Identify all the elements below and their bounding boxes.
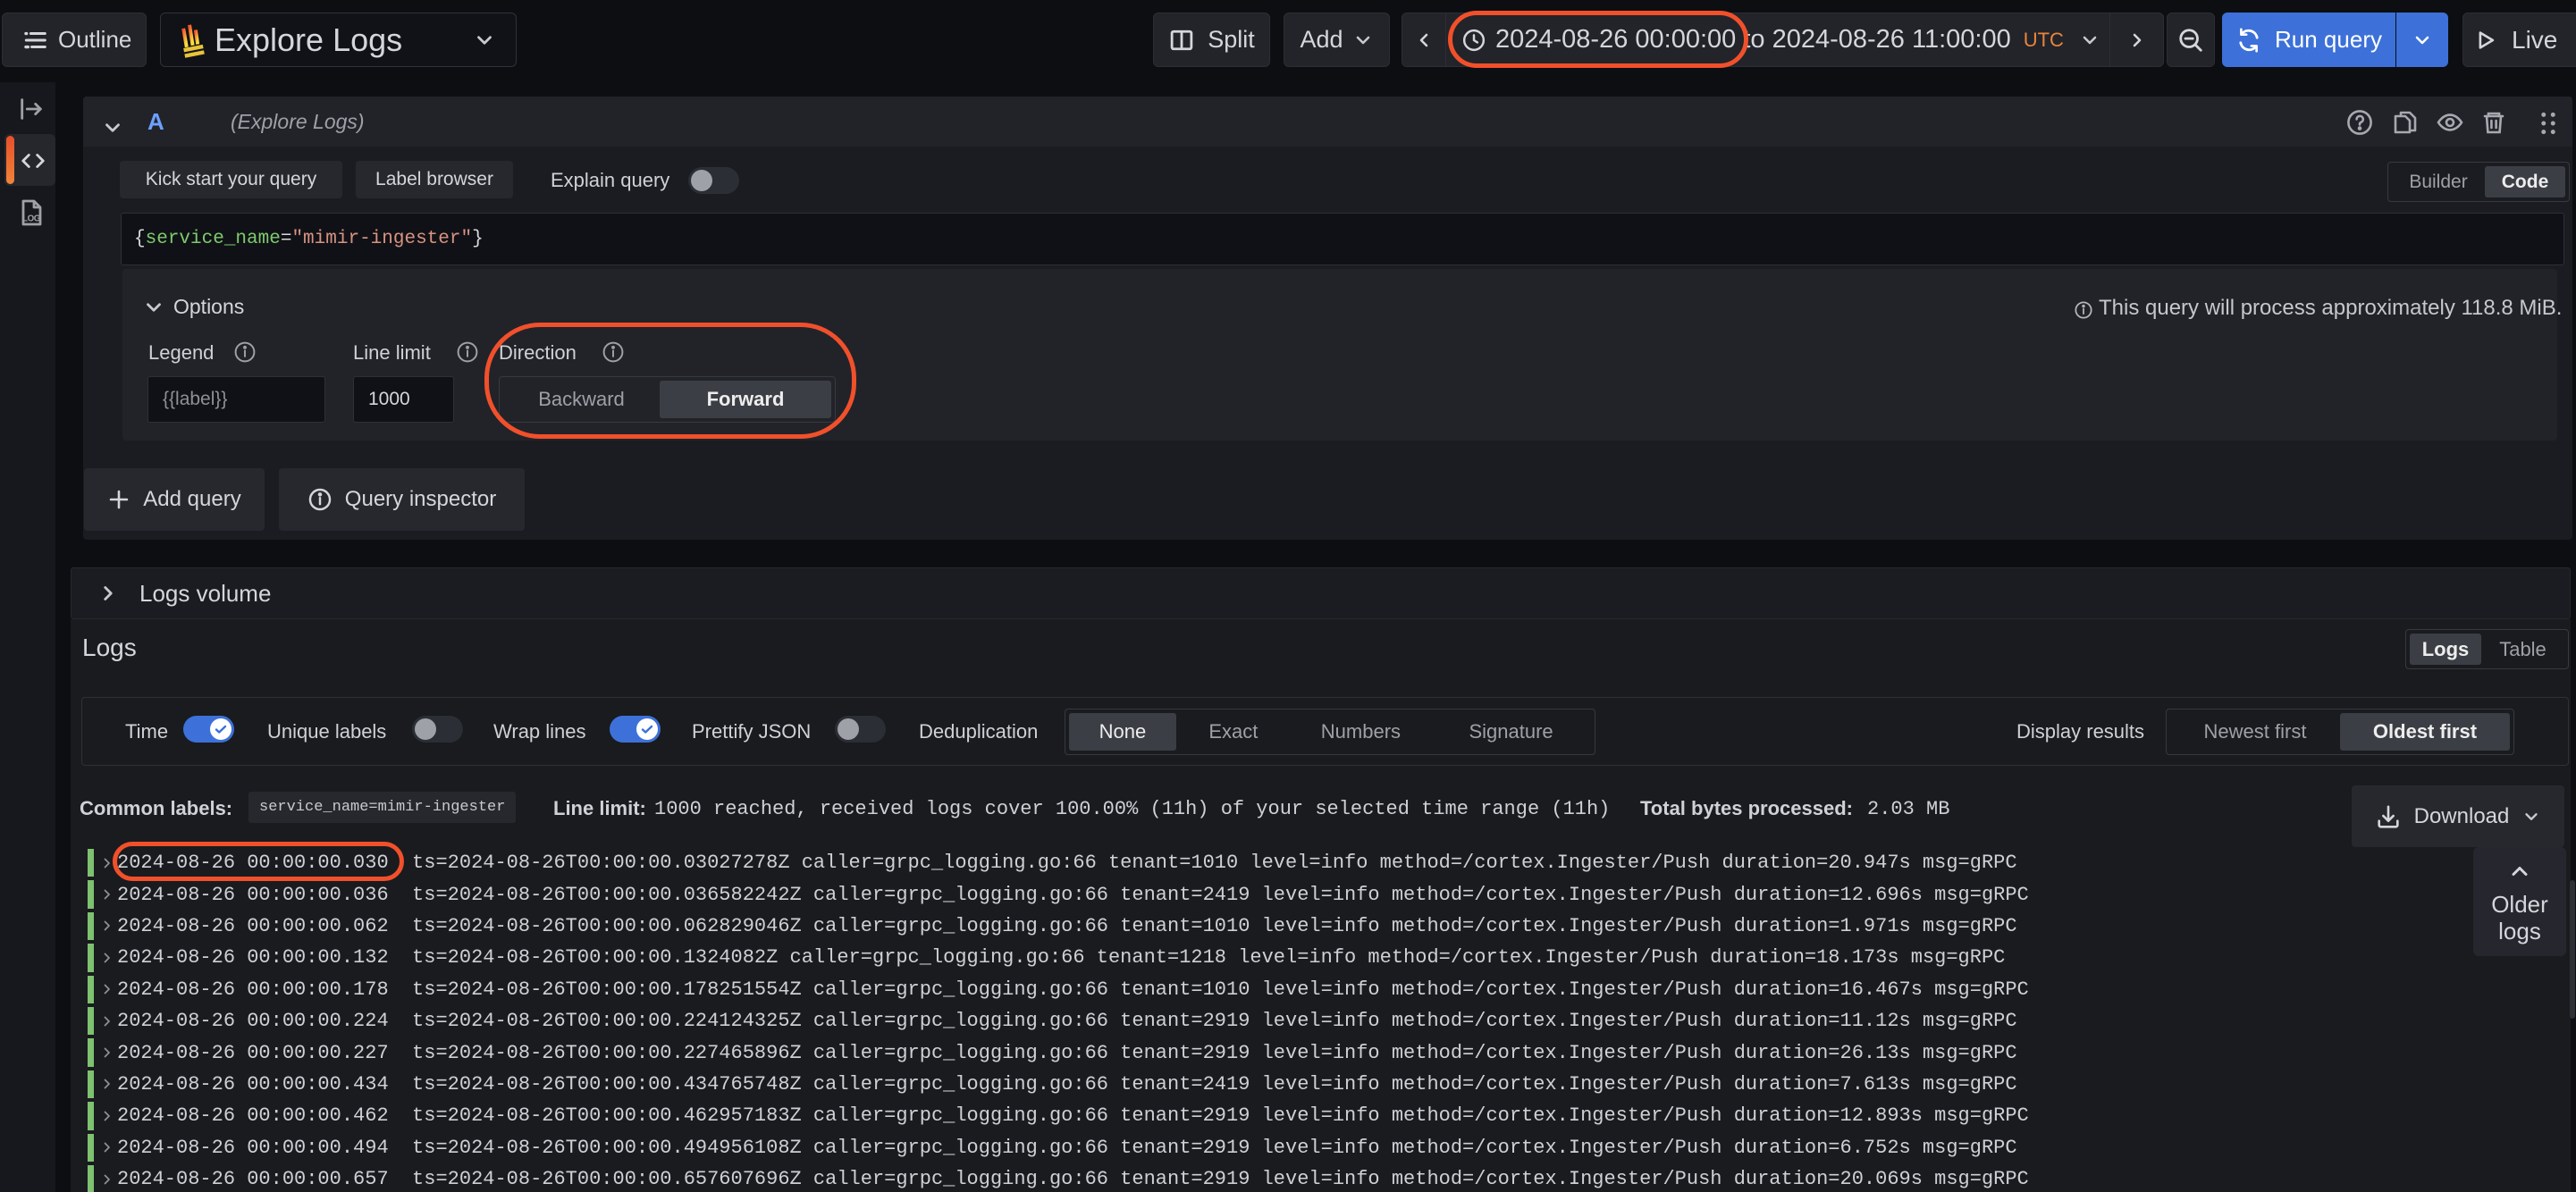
svg-text:LOG: LOG	[22, 214, 41, 224]
